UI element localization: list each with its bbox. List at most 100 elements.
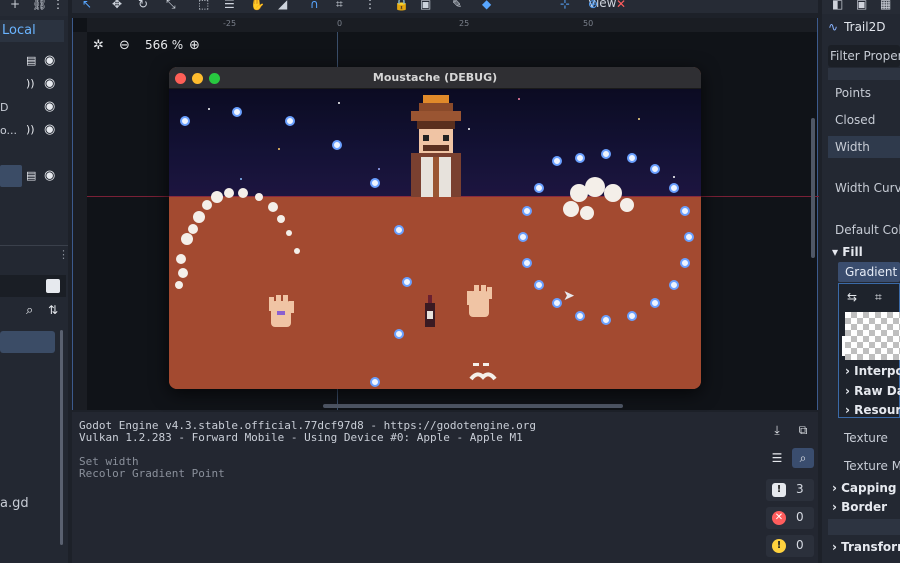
visibility-eye-icon[interactable]: ◉ (44, 99, 55, 114)
dock-menu-icon[interactable]: ⋮ (58, 248, 69, 261)
scene-tree-row-label: D (0, 101, 9, 114)
group-icon[interactable]: ▣ (420, 0, 431, 12)
add-node-icon[interactable]: + (10, 0, 20, 11)
scene-tree-row[interactable]: ▤ ◉ (0, 51, 66, 73)
chevron-right-icon: › (832, 481, 842, 495)
copy-output-icon[interactable]: ⧉ (792, 420, 814, 440)
link-icon[interactable]: ⛓ (32, 0, 47, 11)
pan-tool-icon[interactable]: ✋ (250, 0, 265, 12)
save-resource-icon[interactable]: ▦ (880, 0, 891, 11)
right-hand-sprite (467, 285, 492, 317)
scene-tree-row[interactable]: D ◉ (0, 97, 66, 119)
warnings-count: 0 (796, 538, 804, 552)
list-select-icon[interactable]: ☰ (224, 0, 235, 12)
prop-closed[interactable]: Closed (835, 113, 875, 127)
collapse-icon[interactable]: ☰ (766, 448, 788, 468)
filesystem-path-bar[interactable] (0, 275, 66, 297)
prop-texture-mode[interactable]: Texture Mode (844, 459, 900, 473)
snap-toggle-icon[interactable]: ∩ (310, 0, 319, 12)
grid-snap-icon[interactable]: ⌗ (336, 0, 343, 12)
camera-override-icon[interactable]: ◆ (482, 0, 491, 12)
messages-filter-button[interactable]: ! 3 (766, 479, 814, 501)
sort-icon[interactable]: ⇅ (48, 303, 58, 317)
gradient-raw-data[interactable]: › Raw Data (845, 384, 900, 398)
section-fill[interactable]: ▾ Fill (832, 245, 863, 259)
menu-dots-icon[interactable]: ⋮ (52, 0, 64, 11)
tab-local[interactable]: Local (0, 20, 64, 42)
scale-tool-icon[interactable]: ⤡ (166, 0, 176, 12)
pivot-icon[interactable]: ⊕ (588, 0, 598, 12)
selectable-tool-icon[interactable]: ⬚ (198, 0, 209, 12)
script-icon[interactable]: ▤ (26, 169, 36, 182)
center-view-icon[interactable]: ✲ (93, 38, 104, 53)
errors-filter-button[interactable]: ✕ 0 (766, 507, 814, 529)
file-item[interactable]: a.gd (0, 496, 29, 511)
scene-tree-row[interactable]: o... )) ◉ (0, 120, 66, 142)
ruler-tool-icon[interactable]: ◢ (278, 0, 287, 12)
script-icon[interactable]: ▤ (26, 54, 36, 67)
warnings-filter-button[interactable]: ! 0 (766, 535, 814, 557)
tab-gradient[interactable]: Gradient (838, 262, 900, 282)
section-border-label: Border (841, 500, 888, 514)
clear-pivot-icon[interactable]: ✕ (616, 0, 626, 12)
visibility-eye-icon[interactable]: ◉ (44, 168, 55, 183)
reverse-gradient-icon[interactable]: ⇆ (847, 290, 857, 304)
rotate-tool-icon[interactable]: ↻ (138, 0, 148, 12)
move-tool-icon[interactable]: ✥ (112, 0, 122, 12)
scene-dock-header: + ⛓ ⋮ (0, 0, 68, 16)
visibility-eye-icon[interactable]: ◉ (44, 53, 55, 68)
gradient-point-handle[interactable] (842, 336, 845, 356)
prop-points[interactable]: Points (835, 86, 871, 100)
left-hand-sprite (269, 295, 294, 327)
tab-gradient-label: Gradient (845, 265, 898, 279)
visibility-eye-icon[interactable]: ◉ (44, 76, 55, 91)
prop-width[interactable]: Width (835, 140, 870, 154)
prop-default-color[interactable]: Default Color (835, 223, 900, 237)
signal-icon[interactable]: )) (26, 77, 35, 90)
section-transform[interactable]: › Transform (832, 540, 900, 554)
viewport-scrollbar-vertical[interactable] (811, 118, 815, 258)
gradient-interpolation[interactable]: › Interpolation (845, 364, 900, 378)
gradient-preview[interactable] (845, 312, 900, 360)
signal-icon[interactable]: )) (26, 123, 35, 136)
horizontal-ruler: -25 0 25 50 (87, 18, 817, 32)
gradient-resource[interactable]: › Resource (845, 403, 900, 417)
inspected-node[interactable]: ∿ Trail2D (828, 20, 885, 34)
selected-file-row[interactable] (0, 331, 55, 353)
prop-texture[interactable]: Texture (844, 431, 888, 445)
section-border[interactable]: › Border (832, 500, 887, 514)
scene-tree-row[interactable]: ▤ ◉ (0, 166, 66, 188)
zoom-in-icon[interactable]: ⊕ (189, 38, 200, 53)
zoom-out-icon[interactable]: ⊖ (119, 38, 130, 53)
clear-output-icon[interactable]: ⤓ (766, 420, 788, 440)
section-capping[interactable]: › Capping (832, 481, 896, 495)
godot-editor: { "toolbar": { "view_label": "View" }, "… (0, 0, 900, 563)
filter-properties-input[interactable]: Filter Properties (828, 45, 900, 67)
gradient-editor[interactable]: ⇆ ⌗ › Interpolation › Raw Data › Resourc… (838, 283, 900, 418)
zoom-level[interactable]: 566 % (145, 38, 183, 52)
scene-tree-row[interactable]: )) ◉ (0, 74, 66, 96)
more-options-icon[interactable]: ⋮ (364, 0, 376, 12)
anchor-icon[interactable]: ⊹ (560, 0, 570, 12)
new-resource-icon[interactable]: ◧ (832, 0, 843, 11)
lock-icon[interactable]: 🔒 (394, 0, 409, 12)
filesystem-filter-bar: ⌕ ⇅ (0, 301, 66, 323)
layout-toggle-icon[interactable] (46, 279, 60, 293)
search-icon[interactable]: ⌕ (26, 303, 33, 318)
prop-width-curve[interactable]: Width Curve (835, 181, 900, 195)
bone-icon[interactable]: ✎ (452, 0, 462, 12)
chevron-right-icon: › (832, 500, 842, 514)
chevron-right-icon: › (845, 384, 855, 398)
filter-placeholder: Filter Properties (830, 49, 900, 63)
tab-local-label: Local (2, 23, 36, 38)
visibility-eye-icon[interactable]: ◉ (44, 122, 55, 137)
viewport-scrollbar-horizontal[interactable] (323, 404, 623, 408)
load-resource-icon[interactable]: ▣ (856, 0, 867, 11)
select-tool-icon[interactable]: ↖ (82, 0, 92, 12)
output-line: Vulkan 1.2.283 - Forward Mobile - Using … (79, 431, 523, 444)
search-filter-icon[interactable]: ⌕ (792, 448, 814, 468)
snap-grid-icon[interactable]: ⌗ (875, 290, 882, 305)
filesystem-scrollbar[interactable] (60, 330, 63, 545)
game-debug-window[interactable]: Moustache (DEBUG) ➤ (169, 67, 701, 389)
window-titlebar[interactable]: Moustache (DEBUG) (169, 67, 701, 89)
